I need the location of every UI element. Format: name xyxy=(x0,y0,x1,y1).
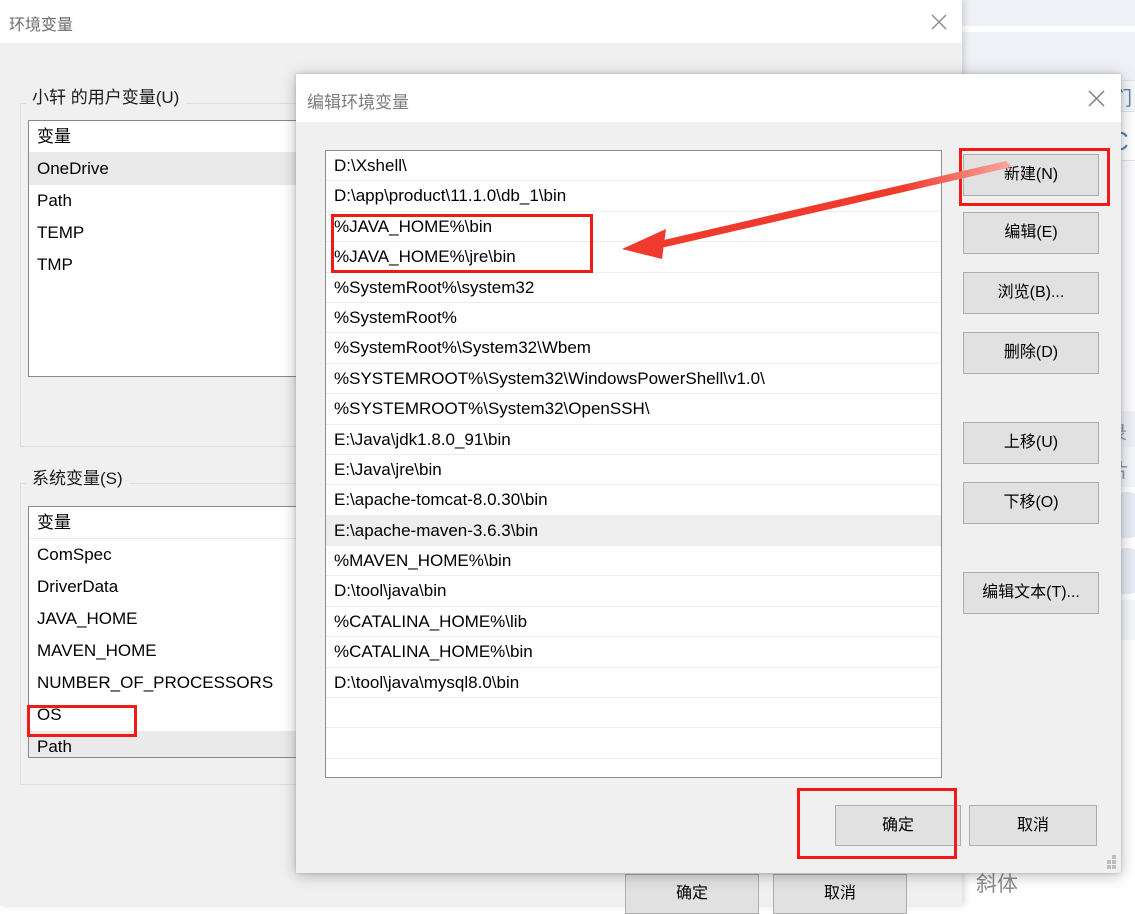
path-entry-row[interactable]: D:\tool\java\mysql8.0\bin xyxy=(326,668,941,699)
path-entry-row[interactable]: %CATALINA_HOME%\bin xyxy=(326,637,941,668)
path-entry-row[interactable]: %SYSTEMROOT%\System32\WindowsPowerShell\… xyxy=(326,364,941,395)
edit-button[interactable]: 编辑(E) xyxy=(963,212,1099,254)
user-variables-group-label: 小轩 的用户变量(U) xyxy=(26,83,186,108)
path-entry-row[interactable]: D:\Xshell\ xyxy=(326,151,941,182)
edit-cancel-button[interactable]: 取消 xyxy=(969,805,1097,846)
path-entry-row[interactable]: %SystemRoot% xyxy=(326,303,941,334)
resize-grip-icon[interactable] xyxy=(1103,855,1117,869)
path-entry-row[interactable]: %SystemRoot%\System32\Wbem xyxy=(326,333,941,364)
path-entry-row[interactable]: %MAVEN_HOME%\bin xyxy=(326,546,941,577)
path-entry-row[interactable]: D:\tool\java\bin xyxy=(326,576,941,607)
path-entries-list[interactable]: D:\Xshell\ D:\app\product\11.1.0\db_1\bi… xyxy=(325,150,942,778)
move-up-button[interactable]: 上移(U) xyxy=(963,422,1099,464)
path-entry-row-selected[interactable]: E:\apache-maven-3.6.3\bin xyxy=(326,515,941,547)
env-cancel-button[interactable]: 取消 xyxy=(773,874,907,914)
env-window-title: 环境变量 xyxy=(9,17,74,34)
path-entry-row[interactable]: %SystemRoot%\system32 xyxy=(326,273,941,303)
edit-ok-button[interactable]: 确定 xyxy=(835,805,961,846)
path-entry-row[interactable]: E:\Java\jdk1.8.0_91\bin xyxy=(326,425,941,455)
delete-button[interactable]: 删除(D) xyxy=(963,332,1099,374)
path-entry-row[interactable]: %JAVA_HOME%\bin xyxy=(326,212,941,243)
browse-button[interactable]: 浏览(B)... xyxy=(963,272,1099,314)
close-icon[interactable] xyxy=(1071,74,1121,122)
edit-dialog-titlebar: 编辑环境变量 xyxy=(296,74,1121,122)
close-icon[interactable] xyxy=(916,0,962,43)
path-entry-empty-row[interactable] xyxy=(326,698,941,729)
path-entry-row[interactable]: %CATALINA_HOME%\lib xyxy=(326,607,941,638)
edit-environment-variable-dialog: 编辑环境变量 D:\Xshell\ D:\app\product\11.1.0\… xyxy=(296,74,1121,873)
path-entry-row[interactable]: D:\app\product\11.1.0\db_1\bin xyxy=(326,181,941,212)
path-entry-row[interactable]: %JAVA_HOME%\jre\bin xyxy=(326,242,941,273)
path-entry-empty-row[interactable] xyxy=(326,728,941,759)
edit-dialog-title: 编辑环境变量 xyxy=(307,93,409,112)
path-entry-empty-row[interactable] xyxy=(326,759,941,777)
move-down-button[interactable]: 下移(O) xyxy=(963,482,1099,524)
bg-strip xyxy=(960,32,1135,80)
env-window-titlebar: 环境变量 xyxy=(0,0,962,43)
path-entry-row[interactable]: %SYSTEMROOT%\System32\OpenSSH\ xyxy=(326,394,941,425)
path-entry-row[interactable]: E:\Java\jre\bin xyxy=(326,455,941,486)
bg-strip xyxy=(960,0,1135,26)
system-variables-group-label: 系统变量(S) xyxy=(26,464,129,489)
new-button[interactable]: 新建(N) xyxy=(963,154,1099,196)
path-entry-row[interactable]: E:\apache-tomcat-8.0.30\bin xyxy=(326,485,941,516)
edit-text-button[interactable]: 编辑文本(T)... xyxy=(963,572,1099,614)
env-ok-button[interactable]: 确定 xyxy=(625,874,759,914)
